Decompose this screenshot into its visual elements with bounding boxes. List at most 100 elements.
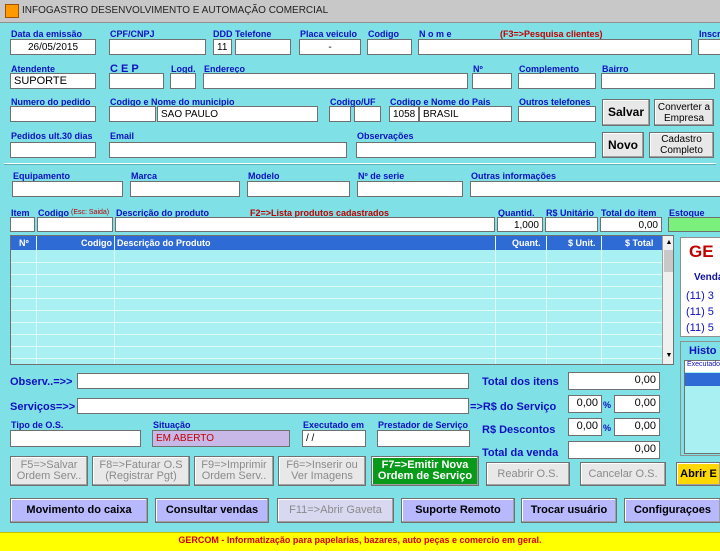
emitir-os-button[interactable]: F7=>Emitir Nova Ordem de Serviço <box>371 456 479 486</box>
trocar-usuario-button[interactable]: Trocar usuário <box>521 498 617 523</box>
equipamento-label: Equipamento <box>13 171 71 181</box>
servico-val-field[interactable]: 0,00 <box>614 395 660 413</box>
outras-field[interactable] <box>470 181 720 197</box>
marca-field[interactable] <box>130 181 240 197</box>
converter-empresa-button[interactable]: Converter a Empresa <box>654 99 714 126</box>
total-venda-label: Total da venda <box>482 447 559 459</box>
scroll-thumb[interactable] <box>664 250 673 272</box>
numero-field[interactable] <box>472 73 512 89</box>
equipamento-field[interactable] <box>12 181 123 197</box>
telefone-field[interactable] <box>235 39 291 55</box>
prestador-label: Prestador de Serviço <box>378 420 469 430</box>
cancelar-os-button[interactable]: Cancelar O.S. <box>580 462 666 486</box>
cep-field[interactable] <box>109 73 164 89</box>
pedido-field[interactable] <box>10 106 96 122</box>
outros-tel-field[interactable] <box>518 106 596 122</box>
item-codigo-field[interactable] <box>37 217 113 232</box>
app-icon <box>5 4 19 18</box>
prestador-field[interactable] <box>377 430 470 447</box>
tipo-os-field[interactable] <box>10 430 141 447</box>
logd-field[interactable] <box>170 73 196 89</box>
serie-label: Nº de serie <box>358 171 405 181</box>
scroll-up-icon[interactable]: ▲ <box>664 237 673 249</box>
nome-field[interactable] <box>418 39 692 55</box>
obs-field[interactable] <box>356 142 596 158</box>
configuracoes-button[interactable]: Configuraçoes <box>624 498 720 523</box>
item-field[interactable] <box>10 217 35 232</box>
email-field[interactable] <box>109 142 347 158</box>
observ-field[interactable] <box>77 373 469 389</box>
pais-nome-field[interactable]: BRASIL <box>419 106 512 122</box>
servico-label: =>R$ do Serviço <box>470 401 557 413</box>
data-emissao-field[interactable]: 26/05/2015 <box>10 39 96 55</box>
cpf-label: CPF/CNPJ <box>110 29 155 39</box>
historico-panel: Histo Executado <box>680 341 720 456</box>
estoque-field <box>668 217 720 232</box>
cadastro-completo-button[interactable]: Cadastro Completo <box>649 132 714 158</box>
uf-codigo-field[interactable] <box>329 106 351 122</box>
promo-phone: (11) 5 <box>686 306 714 318</box>
imprimir-os-button[interactable]: F9=>Imprimir Ordem Serv.. <box>194 456 274 486</box>
grid-scrollbar[interactable]: ▲ ▼ <box>662 236 673 364</box>
bairro-field[interactable] <box>601 73 715 89</box>
servico-pct-field[interactable]: 0,00 <box>568 395 602 413</box>
atendente-field[interactable]: SUPORTE <box>10 73 96 89</box>
modelo-field[interactable] <box>247 181 350 197</box>
footer-bar: GERCOM - Informatização para papelarias,… <box>0 532 720 551</box>
faturar-os-button[interactable]: F8=>Faturar O.S (Registrar Pgt) <box>92 456 190 486</box>
executado-field[interactable]: / / <box>302 430 366 447</box>
executado-label: Executado em <box>303 420 365 430</box>
codigo-cliente-field[interactable] <box>367 39 412 55</box>
uf-field[interactable] <box>354 106 381 122</box>
nome-label: N o m e <box>419 29 452 39</box>
inscr-field[interactable] <box>698 39 720 55</box>
col-total: $ Total <box>625 238 654 248</box>
desc-pct-sign: % <box>603 423 612 433</box>
complemento-field[interactable] <box>518 73 596 89</box>
total-item-field[interactable]: 0,00 <box>600 217 662 232</box>
abrir-gaveta-button[interactable]: F11=>Abrir Gaveta <box>277 498 394 523</box>
pais-codigo-field[interactable]: 1058 <box>389 106 419 122</box>
inscr-label: Inscr <box>699 29 720 39</box>
promo-panel: GE Venda (11) 3 (11) 5 (11) 5 <box>680 237 720 337</box>
promo-phone: (11) 5 <box>686 322 714 334</box>
salvar-button[interactable]: Salvar <box>602 99 650 126</box>
consultar-vendas-button[interactable]: Consultar vendas <box>155 498 269 523</box>
scroll-down-icon[interactable]: ▼ <box>664 350 673 362</box>
suporte-remoto-button[interactable]: Suporte Remoto <box>401 498 515 523</box>
ddd-field[interactable]: 11 <box>213 39 232 55</box>
reabrir-os-button[interactable]: Reabrir O.S. <box>486 462 570 486</box>
cpf-field[interactable] <box>109 39 206 55</box>
footer-text: GERCOM - Informatização para papelarias,… <box>178 535 542 545</box>
items-grid[interactable]: Nº Codigo Descrição do Produto Quant. $ … <box>10 235 674 365</box>
placa-field[interactable]: - <box>299 39 361 55</box>
servicos-field[interactable] <box>77 398 469 414</box>
inserir-imagens-button[interactable]: F6=>Inserir ou Ver Imagens <box>278 456 366 486</box>
desc-val-field[interactable]: 0,00 <box>614 418 660 436</box>
window-title: INFOGASTRO DESENVOLVIMENTO E AUTOMAÇÃO C… <box>22 5 329 16</box>
pedidos30-field[interactable] <box>10 142 96 158</box>
abrir-button[interactable]: Abrir E <box>676 462 720 486</box>
historico-grid[interactable]: Executado <box>684 360 720 454</box>
observ-label: Observ..=>> <box>10 376 73 388</box>
promo-phone: (11) 3 <box>686 290 714 302</box>
municipio-codigo-field[interactable] <box>109 106 156 122</box>
quant-field[interactable]: 1,000 <box>497 217 543 232</box>
salvar-os-button[interactable]: F5=>Salvar Ordem Serv.. <box>10 456 88 486</box>
tipo-os-label: Tipo de O.S. <box>11 420 64 430</box>
item-codigo-hint: (Esc: Saida) <box>71 209 110 216</box>
unit-field[interactable] <box>545 217 598 232</box>
table-row[interactable] <box>11 346 662 359</box>
serie-field[interactable] <box>357 181 463 197</box>
promo-sub: Venda <box>694 272 720 283</box>
descricao-field[interactable] <box>115 217 495 232</box>
obs-label: Observações <box>357 131 414 141</box>
situacao-field: EM ABERTO <box>152 430 290 447</box>
municipio-nome-field[interactable]: SAO PAULO <box>157 106 318 122</box>
desc-pct-field[interactable]: 0,00 <box>568 418 602 436</box>
historico-row-selected[interactable] <box>685 373 720 386</box>
endereco-field[interactable] <box>203 73 468 89</box>
movimento-caixa-button[interactable]: Movimento do caixa <box>10 498 148 523</box>
pedidos30-label: Pedidos ult.30 dias <box>11 131 93 141</box>
novo-button[interactable]: Novo <box>602 132 644 158</box>
